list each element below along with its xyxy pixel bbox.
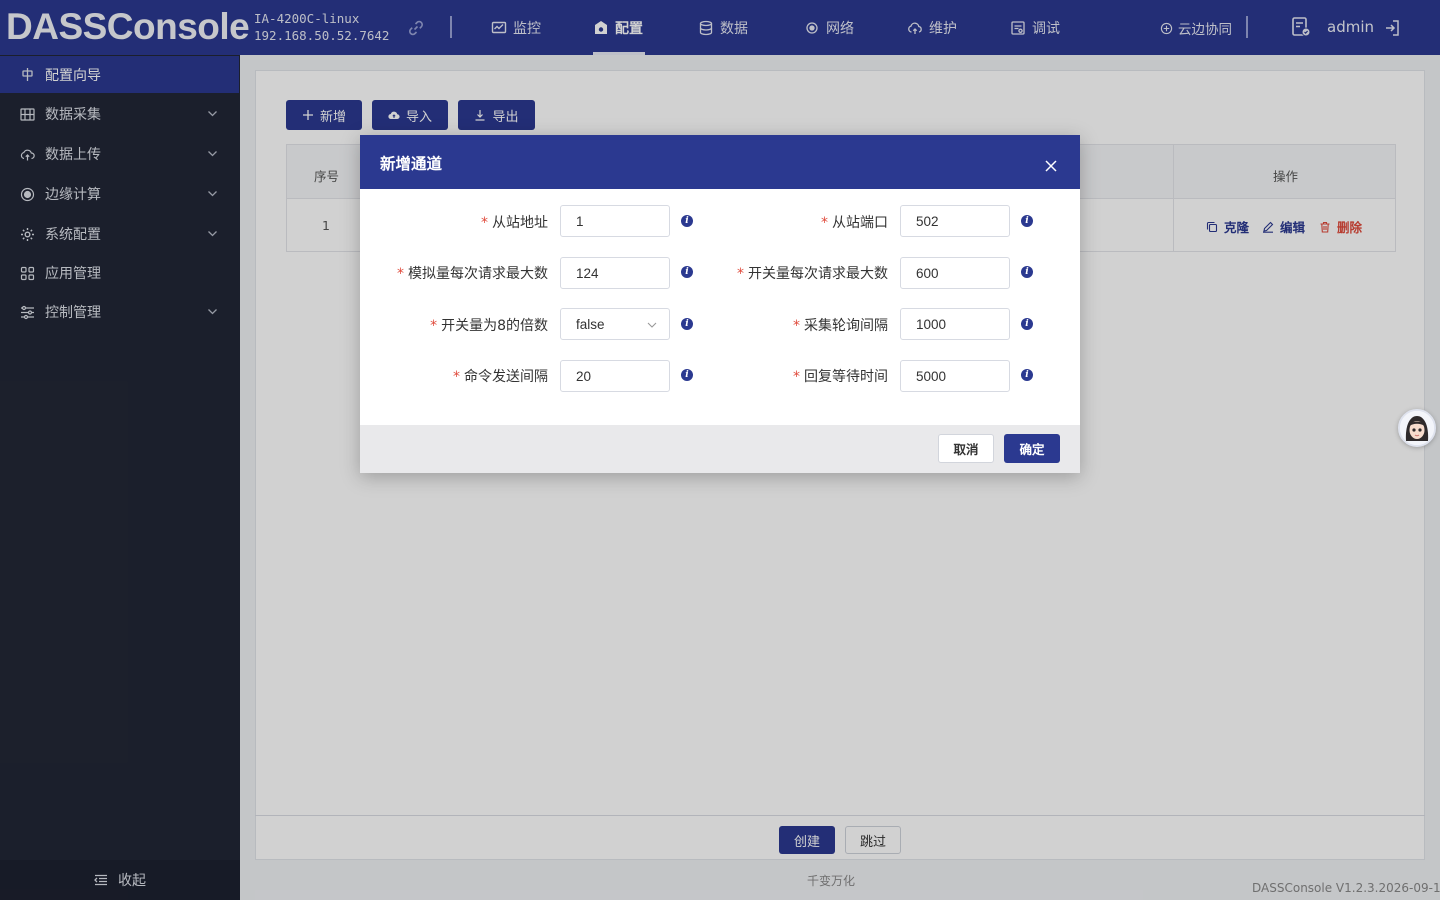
info-icon[interactable]: i xyxy=(1021,369,1033,381)
required-mark: * xyxy=(397,266,404,282)
select-value: false xyxy=(576,316,605,332)
required-mark: * xyxy=(737,266,744,282)
info-icon[interactable]: i xyxy=(1021,266,1033,278)
required-mark: * xyxy=(793,369,800,385)
command-interval-label-text: 命令发送间隔 xyxy=(464,369,548,385)
cancel-button[interactable]: 取消 xyxy=(938,434,994,463)
dialog-header: 新增通道 xyxy=(360,135,1080,189)
switch-max-label: * 开关量每次请求最大数 xyxy=(737,263,888,283)
info-icon[interactable]: i xyxy=(1021,318,1033,330)
info-icon[interactable]: i xyxy=(681,318,693,330)
command-interval-label: * 命令发送间隔 xyxy=(453,366,548,386)
info-icon[interactable]: i xyxy=(681,215,693,227)
switch-multiple-label: * 开关量为8的倍数 xyxy=(430,315,548,335)
analog-max-input[interactable] xyxy=(560,257,670,289)
chevron-down-icon xyxy=(647,322,657,328)
info-icon[interactable]: i xyxy=(681,369,693,381)
command-interval-input[interactable] xyxy=(560,360,670,392)
analog-max-label-text: 模拟量每次请求最大数 xyxy=(408,266,548,282)
required-mark: * xyxy=(453,369,460,385)
slave-address-label-text: 从站地址 xyxy=(492,215,548,231)
slave-address-input[interactable] xyxy=(560,205,670,237)
slave-port-label-text: 从站端口 xyxy=(832,215,888,231)
add-channel-dialog: 新增通道 *从站地址 i *从站端口 i *模拟量每次请求最大数 i *开关量每… xyxy=(360,135,1080,473)
close-icon[interactable] xyxy=(1044,159,1058,173)
poll-interval-input[interactable] xyxy=(900,308,1010,340)
info-icon[interactable]: i xyxy=(1021,215,1033,227)
slave-port-input[interactable] xyxy=(900,205,1010,237)
required-mark: * xyxy=(430,318,438,334)
confirm-button[interactable]: 确定 xyxy=(1004,434,1060,463)
switch-max-label-text: 开关量每次请求最大数 xyxy=(748,266,888,282)
switch-multiple-label-text: 开关量为8的倍数 xyxy=(441,318,548,334)
required-mark: * xyxy=(821,215,828,231)
required-mark: * xyxy=(481,215,488,231)
assistant-face-icon xyxy=(1400,411,1434,445)
reply-timeout-input[interactable] xyxy=(900,360,1010,392)
reply-timeout-label: * 回复等待时间 xyxy=(793,366,888,386)
analog-max-label: * 模拟量每次请求最大数 xyxy=(397,263,548,283)
info-icon[interactable]: i xyxy=(681,266,693,278)
dialog-title: 新增通道 xyxy=(380,155,443,173)
required-mark: * xyxy=(793,318,800,334)
poll-interval-label-text: 采集轮询间隔 xyxy=(804,318,888,334)
assistant-avatar[interactable] xyxy=(1398,409,1436,447)
switch-multiple-select[interactable]: false xyxy=(560,308,670,340)
slave-port-label: * 从站端口 xyxy=(821,212,888,232)
dialog-footer: 取消 确定 xyxy=(360,425,1080,473)
slave-address-label: * 从站地址 xyxy=(481,212,548,232)
poll-interval-label: * 采集轮询间隔 xyxy=(793,315,888,335)
switch-max-input[interactable] xyxy=(900,257,1010,289)
reply-timeout-label-text: 回复等待时间 xyxy=(804,369,888,385)
